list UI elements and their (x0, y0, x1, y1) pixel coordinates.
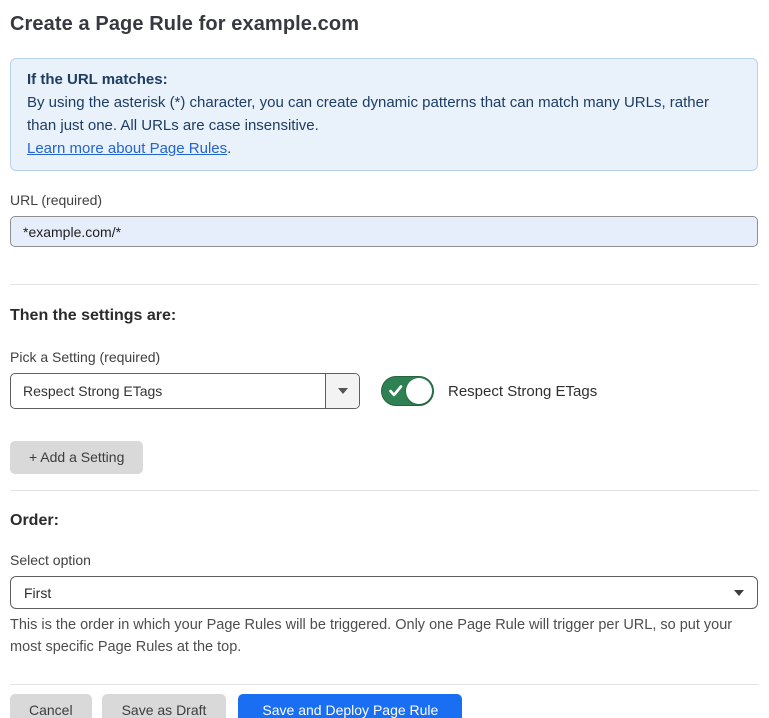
order-heading: Order: (10, 511, 759, 530)
order-select[interactable]: First (10, 576, 758, 609)
setting-row: Respect Strong ETags Respect Strong ETag… (10, 373, 759, 409)
save-draft-button[interactable]: Save as Draft (102, 694, 227, 718)
toggle-knob (406, 378, 432, 404)
add-setting-button[interactable]: + Add a Setting (10, 441, 143, 474)
url-match-info-box: If the URL matches: By using the asteris… (10, 58, 758, 171)
pick-setting-label: Pick a Setting (required) (10, 349, 759, 366)
info-box-heading: If the URL matches: (27, 68, 741, 91)
order-select-value: First (24, 585, 51, 601)
chevron-down-icon (338, 388, 348, 394)
etag-toggle[interactable] (381, 376, 434, 406)
toggle-label: Respect Strong ETags (448, 383, 597, 400)
link-period: . (227, 140, 231, 157)
info-link-line: Learn more about Page Rules. (27, 137, 741, 160)
divider (10, 490, 759, 491)
cancel-button[interactable]: Cancel (10, 694, 92, 718)
create-page-rule-form: Create a Page Rule for example.com If th… (0, 0, 769, 718)
setting-select[interactable]: Respect Strong ETags (10, 373, 360, 409)
learn-more-link[interactable]: Learn more about Page Rules (27, 140, 227, 157)
url-label: URL (required) (10, 192, 759, 209)
chevron-down-icon (734, 590, 744, 596)
save-deploy-button[interactable]: Save and Deploy Page Rule (238, 694, 462, 718)
order-help-text: This is the order in which your Page Rul… (10, 614, 758, 658)
divider (10, 284, 759, 285)
setting-select-value: Respect Strong ETags (11, 374, 325, 408)
setting-select-arrow-box (325, 374, 359, 408)
settings-heading: Then the settings are: (10, 306, 759, 325)
select-option-label: Select option (10, 552, 759, 569)
divider (10, 684, 759, 685)
url-input[interactable] (10, 216, 758, 247)
check-icon (389, 385, 403, 397)
info-box-body: By using the asterisk (*) character, you… (27, 91, 741, 137)
actions-bar: Cancel Save as Draft Save and Deploy Pag… (10, 694, 759, 718)
page-title: Create a Page Rule for example.com (10, 11, 759, 37)
